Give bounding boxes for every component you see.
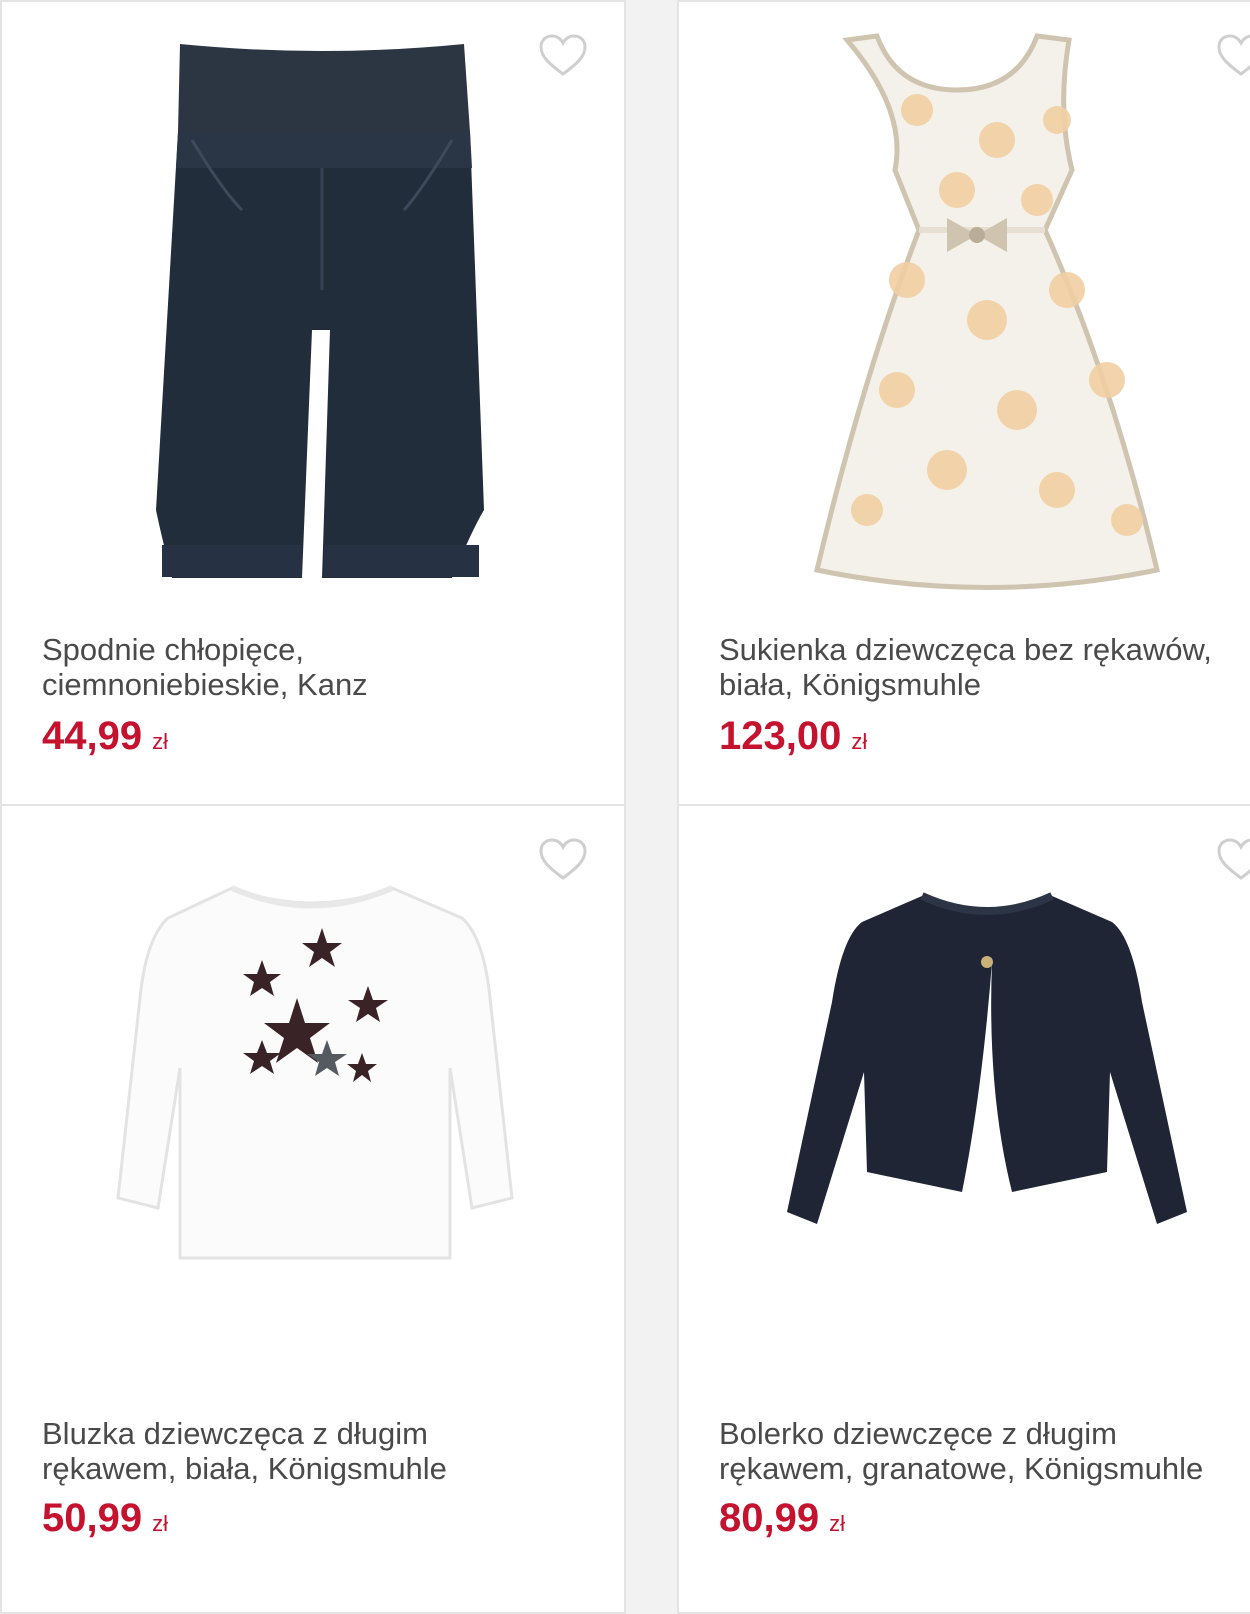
product-price: 80,99 zł xyxy=(719,1496,845,1540)
heart-outline-icon[interactable] xyxy=(1216,838,1250,882)
product-price: 50,99 zł xyxy=(42,1496,168,1540)
product-card[interactable]: Sukienka dziewczęca bez rękawów, biała, … xyxy=(677,0,1250,806)
floral-dress-image[interactable] xyxy=(807,30,1167,600)
product-title[interactable]: Bolerko dziewczęce z długim rękawem, gra… xyxy=(719,1416,1250,1486)
heart-outline-icon[interactable] xyxy=(1216,34,1250,78)
product-grid: Spodnie chłopięce, ciemnoniebieskie, Kan… xyxy=(0,0,1250,1614)
product-card[interactable]: Bolerko dziewczęce z długim rękawem, gra… xyxy=(677,804,1250,1614)
white-star-blouse-image[interactable] xyxy=(112,878,517,1270)
product-card[interactable]: Spodnie chłopięce, ciemnoniebieskie, Kan… xyxy=(0,0,626,806)
product-title[interactable]: Bluzka dziewczęca z długim rękawem, biał… xyxy=(42,1416,624,1486)
product-price: 44,99 zł xyxy=(42,714,168,758)
product-price: 123,00 zł xyxy=(719,714,868,758)
navy-bolero-image[interactable] xyxy=(782,892,1202,1244)
product-title[interactable]: Sukienka dziewczęca bez rękawów, biała, … xyxy=(719,632,1250,702)
product-card[interactable]: Bluzka dziewczęca z długim rękawem, biał… xyxy=(0,804,626,1614)
heart-outline-icon[interactable] xyxy=(538,838,588,882)
navy-pants-image[interactable] xyxy=(152,40,492,580)
product-title[interactable]: Spodnie chłopięce, ciemnoniebieskie, Kan… xyxy=(42,632,624,702)
heart-outline-icon[interactable] xyxy=(538,34,588,78)
